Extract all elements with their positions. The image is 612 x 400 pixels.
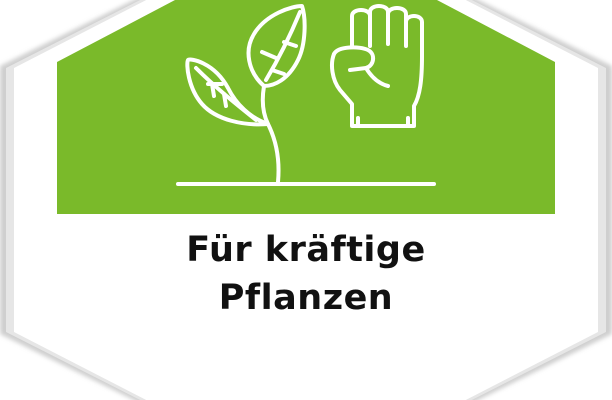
caption-line-2: Pflanzen (218, 278, 394, 318)
badge-graphic (0, 0, 612, 400)
badge-caption: Für kräftige Pflanzen (56, 226, 556, 322)
caption-line-1: Für kräftige (186, 230, 426, 270)
badge: Für kräftige Pflanzen (0, 0, 612, 400)
